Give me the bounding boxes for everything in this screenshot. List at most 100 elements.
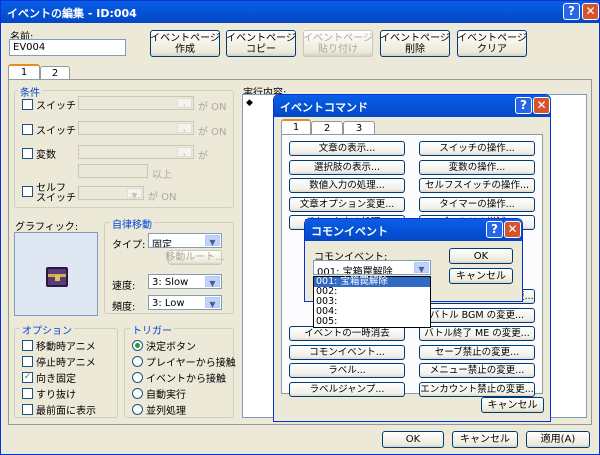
command-button[interactable]: バトル BGM の変更... [419, 307, 535, 323]
speed-select[interactable]: 3: Slow ▼ [148, 274, 222, 289]
checkbox-box [22, 124, 33, 135]
apply-button[interactable]: 適用(A) [526, 431, 590, 448]
command-button[interactable]: 数値入力の処理... [289, 178, 405, 193]
switch1-checkbox[interactable]: スイッチ [22, 97, 76, 112]
switch2-select[interactable]: › [78, 121, 194, 135]
speed-label: 速度: [112, 281, 136, 292]
help-icon[interactable]: ? [563, 3, 580, 20]
option-through[interactable]: すり抜け [22, 386, 76, 401]
trigger-action-button[interactable]: 決定ボタン [132, 338, 196, 353]
self-switch-checkbox[interactable]: セルフ スイッチ [22, 184, 76, 204]
close-icon[interactable]: ✕ [533, 97, 550, 114]
paste-page-button[interactable]: イベントページ 貼り付け [303, 30, 373, 57]
variable-value-input[interactable] [78, 164, 148, 178]
command-button[interactable]: ラベルジャンプ... [289, 381, 405, 397]
command-button[interactable]: コモンイベント... [289, 344, 405, 360]
command-button[interactable]: セルフスイッチの操作... [419, 178, 535, 193]
command-button[interactable]: ラベル... [289, 363, 405, 378]
command-button[interactable]: 文章オプション変更... [289, 196, 405, 212]
command-button[interactable]: スイッチの操作... [419, 141, 535, 156]
move-route-button[interactable]: 移動ルート... [165, 250, 225, 265]
type-select[interactable]: 固定 ▼ [148, 233, 222, 248]
variable-checkbox[interactable]: 変数 [22, 146, 56, 161]
chevron-right-icon: › [177, 98, 192, 109]
common-event-ok-button[interactable]: OK [449, 248, 513, 264]
self-switch-on-label: が ON [148, 192, 177, 203]
chevron-right-icon: › [177, 123, 192, 134]
switch1-on-label: が ON [198, 102, 227, 113]
command-button[interactable]: セーブ禁止の変更... [419, 344, 535, 360]
autonomous-title: 自律移動 [110, 216, 154, 231]
help-icon[interactable]: ? [486, 221, 503, 238]
trigger-parallel[interactable]: 並列処理 [132, 402, 186, 417]
list-item[interactable]: 005: [314, 317, 430, 327]
checkbox-box [22, 388, 33, 399]
radio-selected [132, 340, 143, 351]
variable-ijou-label: 以上 [152, 170, 172, 181]
radio [132, 388, 143, 399]
trigger-title: トリガー [130, 322, 174, 337]
graphic-label: グラフィック: [15, 222, 79, 233]
contents-bullet: ◆ [246, 98, 253, 108]
trigger-player-touch[interactable]: プレイヤーから接触 [132, 354, 236, 369]
help-icon[interactable]: ? [515, 97, 532, 114]
switch1-select[interactable]: › [78, 96, 194, 110]
close-icon[interactable]: ✕ [504, 221, 521, 238]
checkbox-box [22, 148, 33, 159]
option-direction-fix[interactable]: ✓ 向き固定 [22, 370, 76, 385]
treasure-chest-icon [46, 267, 68, 287]
checkbox-box [22, 99, 33, 110]
variable-ga-label: が [198, 151, 208, 162]
command-tab-2[interactable]: 2 [311, 121, 343, 135]
command-button[interactable]: メニュー禁止の変更... [419, 363, 535, 378]
radio [132, 356, 143, 367]
ok-button[interactable]: OK [382, 431, 444, 448]
window-title: イベントの編集 - ID:004 [7, 7, 137, 20]
delete-page-button[interactable]: イベントページ 削除 [380, 30, 450, 57]
command-button[interactable]: タイマーの操作... [419, 196, 535, 212]
command-button[interactable]: イベントの一時消去 [289, 326, 405, 341]
command-button[interactable]: 変数の操作... [419, 159, 535, 175]
command-button[interactable]: エンカウント禁止の変更... [419, 381, 535, 397]
common-event-dropdown[interactable]: 001: 宝箱罠解除 002: 003: 004: 005: [313, 276, 431, 328]
option-step-anim[interactable]: 停止時アニメ [22, 354, 96, 369]
command-button[interactable]: バトル終了 ME の変更... [419, 326, 535, 341]
command-tab-3[interactable]: 3 [343, 121, 375, 135]
clear-page-button[interactable]: イベントページ クリア [457, 30, 527, 57]
freq-label: 頻度: [112, 302, 136, 313]
page-tab-1[interactable]: 1 [8, 64, 40, 80]
option-walk-anim[interactable]: 移動時アニメ [22, 338, 96, 353]
switch2-on-label: が ON [198, 127, 227, 138]
option-always-on-top[interactable]: 最前面に表示 [22, 402, 96, 417]
page-tab-2[interactable]: 2 [40, 66, 70, 80]
variable-select[interactable]: › [78, 145, 194, 159]
close-icon[interactable]: ✕ [582, 3, 599, 20]
checkbox-box [22, 356, 33, 367]
name-input[interactable]: EV004 [9, 39, 126, 56]
command-button[interactable]: 選択肢の表示... [289, 159, 405, 175]
cancel-button[interactable]: キャンセル [452, 431, 518, 448]
common-event-select[interactable]: 001: 宝箱罠解除 ▼ [313, 260, 431, 275]
trigger-autorun[interactable]: 自動実行 [132, 386, 186, 401]
switch2-checkbox[interactable]: スイッチ [22, 122, 76, 137]
command-tab-1[interactable]: 1 [281, 119, 311, 135]
copy-page-button[interactable]: イベントページ コピー [226, 30, 296, 57]
chevron-down-icon: ▼ [414, 262, 429, 274]
radio [132, 372, 143, 383]
command-button[interactable]: 文章の表示... [289, 141, 405, 156]
chevron-right-icon: › [177, 147, 192, 158]
command-cancel-button[interactable]: キャンセル [481, 397, 544, 413]
checkbox-box [22, 340, 33, 351]
freq-select[interactable]: 3: Low ▼ [148, 295, 222, 310]
trigger-event-touch[interactable]: イベントから接触 [132, 370, 226, 385]
common-event-cancel-button[interactable]: キャンセル [449, 268, 513, 284]
event-editor-titlebar[interactable]: イベントの編集 - ID:004 [1, 1, 599, 23]
graphic-preview[interactable] [14, 232, 98, 316]
chevron-down-icon: ▼ [205, 297, 220, 309]
chevron-down-icon: ▼ [205, 276, 220, 288]
self-switch-select[interactable]: ▼ [78, 186, 144, 200]
options-title: オプション [20, 322, 74, 337]
event-command-titlebar[interactable]: イベントコマンド [274, 95, 550, 117]
create-page-button[interactable]: イベントページ 作成 [150, 30, 220, 57]
chevron-down-icon: ▼ [205, 235, 220, 247]
